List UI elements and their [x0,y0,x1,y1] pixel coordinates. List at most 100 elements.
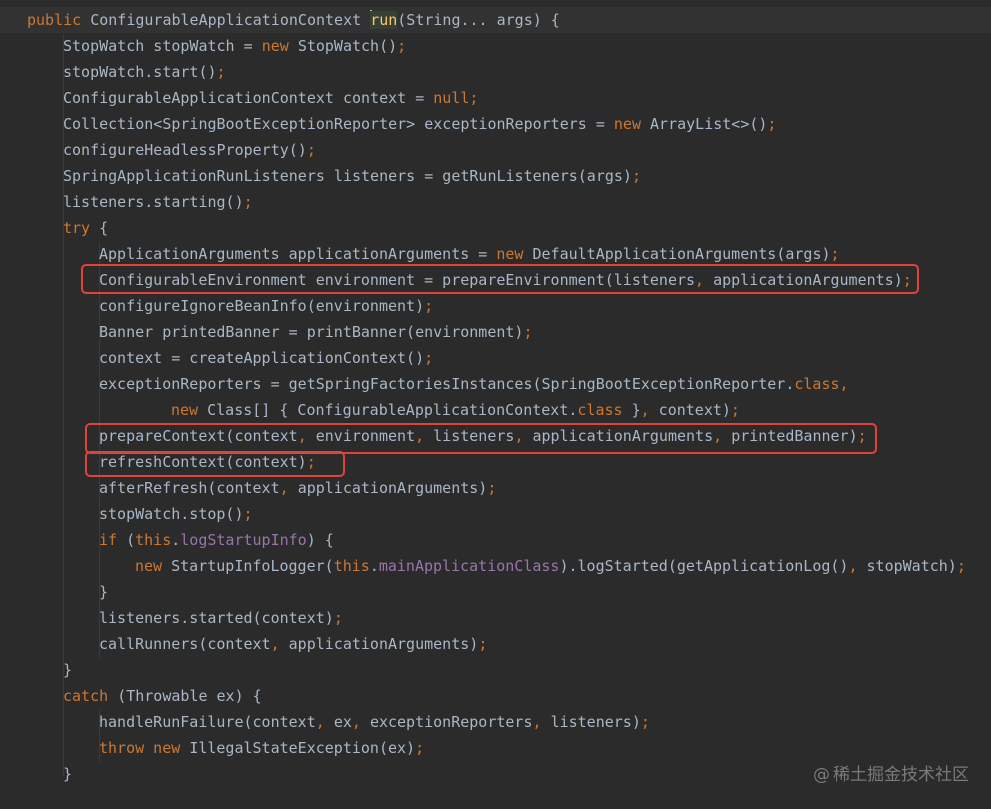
code-token: ; [306,141,316,159]
code-line[interactable]: StopWatch stopWatch = new StopWatch(); [0,33,991,59]
code-token: listeners.started(context) [99,609,334,627]
code-token: configureIgnoreBeanInfo(environment) [99,297,425,315]
code-line[interactable]: stopWatch.stop(); [0,501,991,527]
code-token: ; [216,63,226,81]
highlight-box-prepare-context [85,423,877,454]
code-line[interactable]: callRunners(context, applicationArgument… [0,631,991,657]
code-token: new [171,401,208,419]
code-token: new [613,115,651,133]
code-token: null; [433,89,479,107]
code-token: ; [730,401,740,419]
code-token: } [63,661,73,679]
code-token: applicationArguments) [297,479,488,497]
code-token: listeners) [550,713,641,731]
code-token: context = createApplicationContext() [99,349,425,367]
code-token: exceptionReporters = getSpringFactoriesI… [99,375,795,393]
code-line[interactable]: } [0,657,991,683]
code-token: Banner printedBanner = printBanner(envir… [99,323,524,341]
code-token: logStartupInfo [180,531,307,549]
code-token: listeners.starting() [63,193,244,211]
code-token: ; [333,609,343,627]
code-token: stopWatch) [866,557,957,575]
code-token: , [279,479,298,497]
code-token: ex [333,713,352,731]
code-line[interactable]: Banner printedBanner = printBanner(envir… [0,319,991,345]
code-token: ; [243,505,253,523]
code-token: catch [63,687,118,705]
code-token: if [99,531,127,549]
code-token: , [270,635,289,653]
code-token: , [351,713,370,731]
code-line[interactable]: catch (Throwable ex) { [0,683,991,709]
code-line[interactable]: afterRefresh(context, applicationArgumen… [0,475,991,501]
code-token: DefaultApplicationArguments(args) [532,245,831,263]
code-token: Class[] { ConfigurableApplicationContext… [207,401,578,419]
code-token: ; [523,323,533,341]
code-token: , [640,401,659,419]
watermark-text: 稀土掘金技术社区 [833,765,969,785]
code-line[interactable]: try { [0,215,991,241]
code-token: , [532,713,551,731]
code-token: ; [243,193,253,211]
code-line[interactable]: public ConfigurableApplicationContext ru… [0,7,991,33]
code-token: (Throwable ex) { [117,687,262,705]
code-token: applicationArguments) [288,635,479,653]
code-token: class, [794,375,849,393]
code-token: ( [126,531,136,549]
code-token: ; [487,479,497,497]
code-token: . [171,531,181,549]
code-line[interactable]: new StartupInfoLogger(this.mainApplicati… [0,553,991,579]
code-line[interactable]: configureIgnoreBeanInfo(environment); [0,293,991,319]
code-token: ; [424,349,434,367]
code-token: , [848,557,867,575]
code-token: ; [830,245,840,263]
highlight-box-prepare-environment [81,264,919,294]
code-line[interactable]: new Class[] { ConfigurableApplicationCon… [0,397,991,423]
code-line[interactable]: ConfigurableApplicationContext context =… [0,85,991,111]
code-line[interactable]: stopWatch.start(); [0,59,991,85]
code-line[interactable]: listeners.starting(); [0,189,991,215]
code-line[interactable]: if (this.logStartupInfo) { [0,527,991,553]
code-token: , [315,713,334,731]
code-token: stopWatch.start() [63,63,217,81]
code-token: StartupInfoLogger( [171,557,334,575]
code-token: StopWatch stopWatch = [63,37,262,55]
code-token: ArrayList<>() [650,115,768,133]
code-token: new [261,37,298,55]
code-token: } [63,765,73,783]
code-token: (String... args) { [397,11,560,29]
code-editor[interactable]: public ConfigurableApplicationContext ru… [0,0,991,809]
code-token: . [369,557,379,575]
code-token: Collection<SpringBootExceptionReporter> … [63,115,614,133]
code-token: ConfigurableApplicationContext [90,11,371,29]
code-token: } [99,583,109,601]
code-token: { [99,219,109,237]
code-token: ; [631,167,641,185]
code-line[interactable]: handleRunFailure(context, ex, exceptionR… [0,709,991,735]
code-token: callRunners(context [99,635,271,653]
code-token: run [370,11,398,29]
code-line[interactable]: context = createApplicationContext(); [0,345,991,371]
code-line[interactable]: } [0,579,991,605]
code-token: new [496,245,533,263]
code-token: ; [767,115,777,133]
code-token: context) [658,401,731,419]
code-token: IllegalStateException(ex) [189,739,416,757]
code-line[interactable]: Collection<SpringBootExceptionReporter> … [0,111,991,137]
code-token: throw new [99,739,190,757]
code-token: afterRefresh(context [99,479,280,497]
code-line[interactable]: throw new IllegalStateException(ex); [0,735,991,761]
code-token: ; [478,635,488,653]
code-token: ) { [306,531,334,549]
code-token: exceptionReporters [369,713,533,731]
code-token: StopWatch() [297,37,398,55]
code-token: } [631,401,641,419]
code-token: ; [424,297,434,315]
watermark: @ 稀土掘金技术社区 [813,760,969,785]
code-line[interactable]: exceptionReporters = getSpringFactoriesI… [0,371,991,397]
code-line[interactable]: listeners.started(context); [0,605,991,631]
code-line[interactable]: SpringApplicationRunListeners listeners … [0,163,991,189]
code-line[interactable]: configureHeadlessProperty(); [0,137,991,163]
code-token: handleRunFailure(context [99,713,316,731]
code-token: try [63,219,100,237]
